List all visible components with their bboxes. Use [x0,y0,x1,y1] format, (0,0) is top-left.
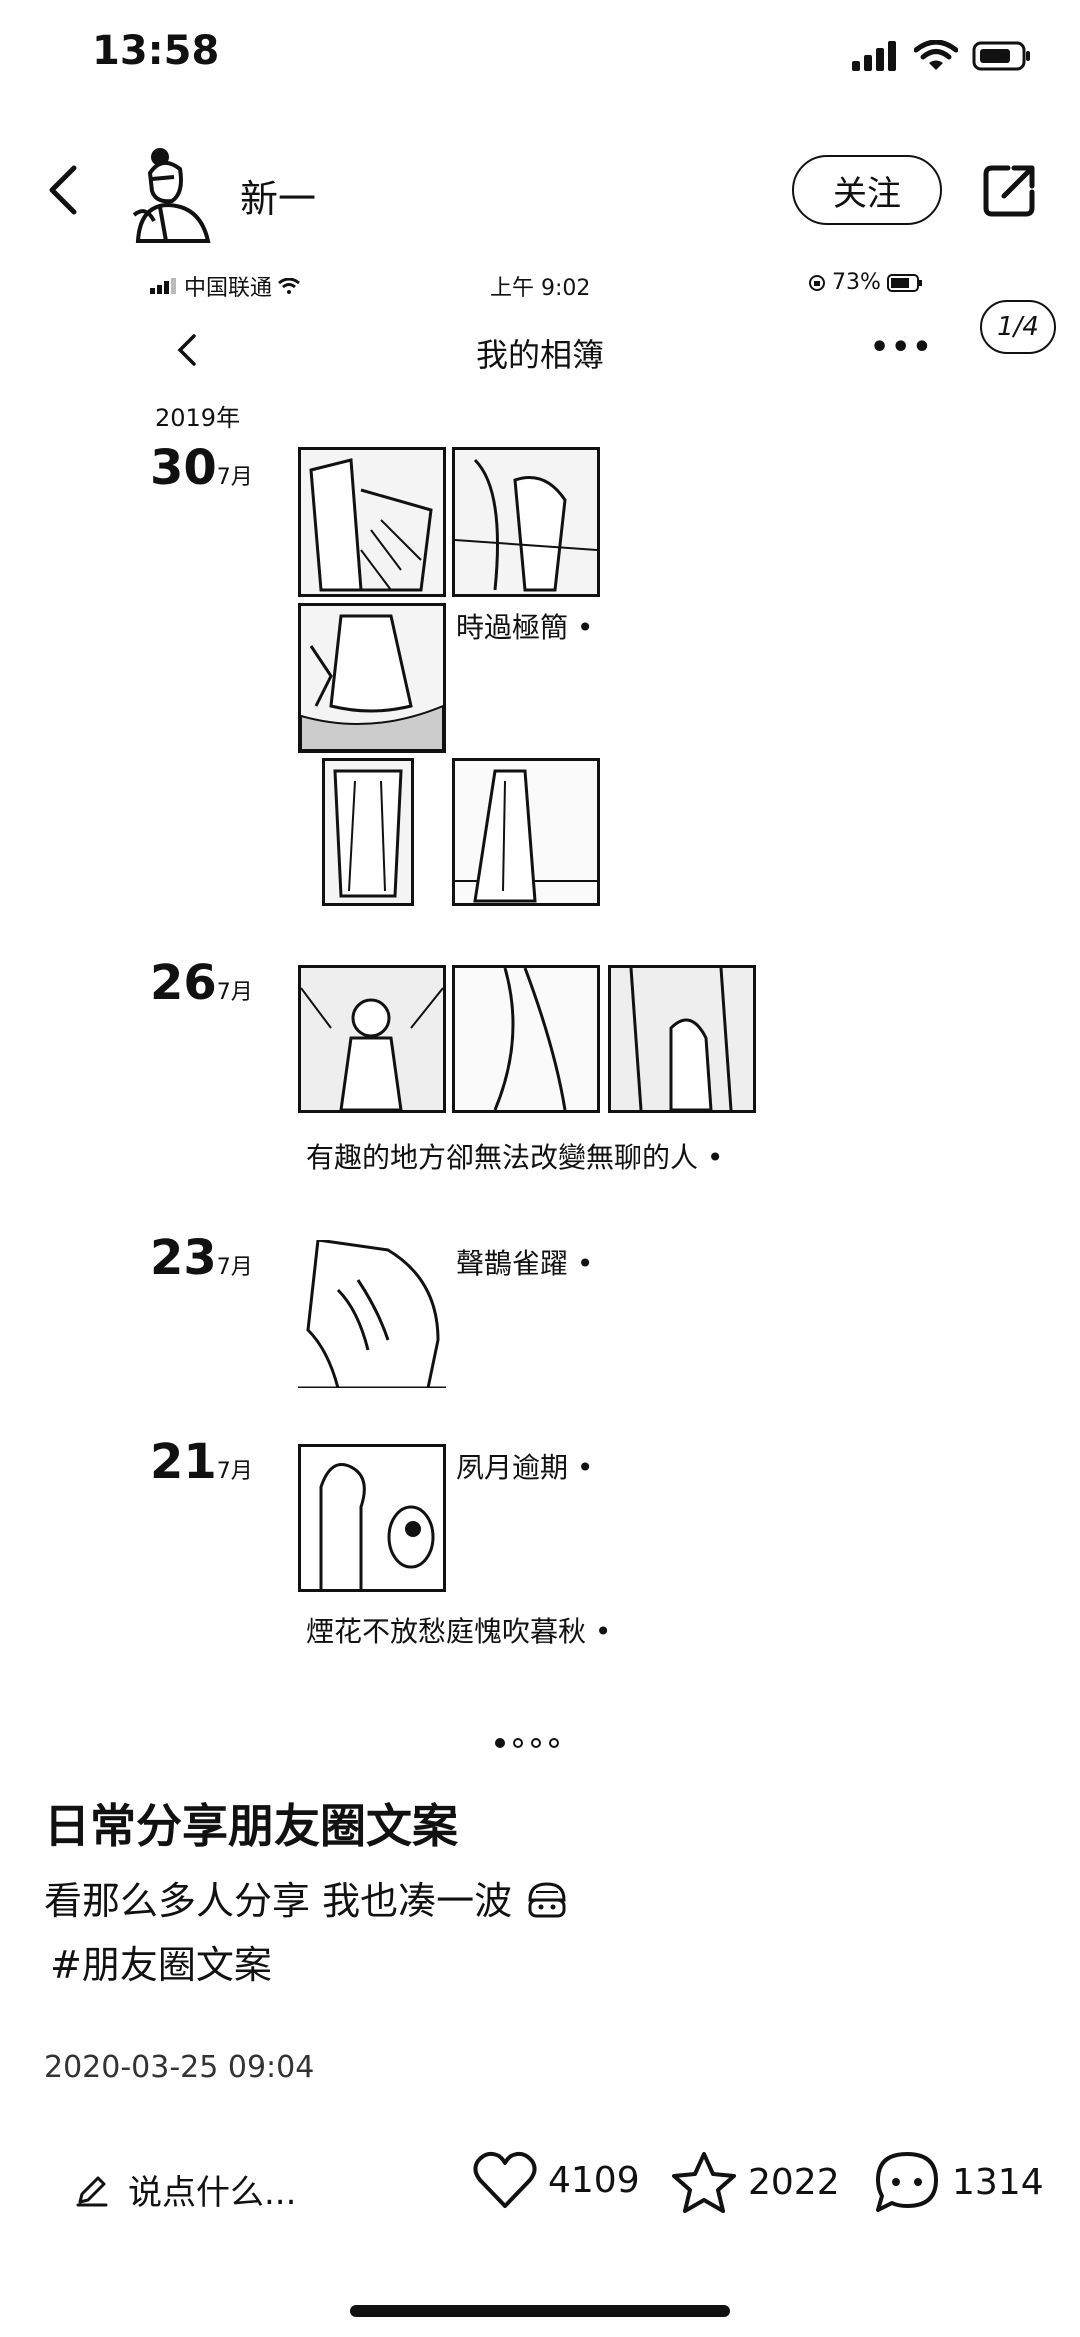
star-icon [672,2152,736,2213]
wifi-icon [914,40,958,70]
status-icons [852,36,1032,76]
album-photo [452,758,600,906]
inner-clock: 上午 9:02 [490,276,591,301]
username[interactable]: 新一 [240,168,316,223]
album-photo [298,447,446,597]
back-button[interactable] [40,160,90,220]
comment-placeholder: 说点什么... [128,2173,297,2213]
pager-dot[interactable] [495,1738,505,1748]
post-body-text: 看那么多人分享 我也凑一波 [44,1879,513,1923]
cellular-signal-icon [852,41,896,71]
album-photo [298,1444,446,1592]
album-photo [608,965,756,1113]
heart-icon [473,2151,537,2208]
album-year: 2019年 [155,404,241,432]
date-day: 30 [150,440,217,496]
album-photo [298,603,446,753]
pager-dot[interactable] [531,1738,541,1748]
comment-button[interactable]: 1314 [872,2150,1044,2214]
album-caption: 煙花不放愁庭愧吹暮秋 • [306,1615,612,1648]
hashtag-link[interactable]: #朋友圈文案 [50,1934,272,1989]
album-photo [452,447,600,597]
more-icon: ••• [870,330,934,365]
album-date: 237月 [150,1230,253,1286]
chat-bubble-icon [876,2152,938,2212]
post-body: 看那么多人分享 我也凑一波 [44,1870,570,1932]
album-photo [298,1240,446,1388]
pencil-icon [76,2176,108,2206]
orientation-lock-icon [809,274,825,291]
battery-icon [972,41,1030,71]
favorite-button[interactable]: 2022 [670,2150,840,2214]
date-day: 23 [150,1230,217,1286]
post-title: 日常分享朋友圈文案 [44,1799,458,1853]
pager-dot[interactable] [513,1738,523,1748]
comment-input[interactable]: 说点什么... [74,2165,296,2214]
date-day: 26 [150,955,217,1011]
album-caption: 聲鵲雀躍 • [456,1247,594,1280]
share-icon[interactable] [980,160,1040,220]
comment-count: 1314 [952,2161,1044,2203]
date-month: 7月 [216,1459,253,1484]
album-caption: 有趣的地方卻無法改變無聊的人 • [306,1141,724,1174]
home-indicator[interactable] [350,2305,730,2317]
like-count: 4109 [548,2159,640,2201]
album-photo [322,758,414,906]
battery-icon [886,273,922,292]
pager-dot[interactable] [549,1738,559,1748]
image-pager[interactable] [495,1738,559,1748]
post-date: 2020-03-25 09:04 [44,2050,315,2085]
follow-button[interactable]: 关注 [792,155,942,225]
album-date: 217月 [150,1434,253,1490]
inner-carrier: 中国联通 [150,270,300,302]
date-month: 7月 [216,1255,253,1280]
status-time: 13:58 [92,28,220,74]
carrier-name: 中国联通 [184,276,273,301]
emoji-icon [528,1882,566,1918]
date-month: 7月 [216,980,253,1005]
album-date: 307月 [150,440,253,496]
wifi-icon [278,278,300,294]
album-caption: 夙月逾期 • [456,1451,594,1484]
date-month: 7月 [216,465,253,490]
album-photo [452,965,600,1113]
album-photo [298,965,446,1113]
cellular-signal-icon [150,278,176,294]
like-button[interactable]: 4109 [472,2150,640,2210]
battery-percent: 73% [832,270,881,295]
inner-battery: 73% [808,270,923,295]
date-day: 21 [150,1434,217,1490]
favorite-count: 2022 [748,2161,840,2203]
album-date: 267月 [150,955,253,1011]
album-caption: 時過極簡 • [456,611,594,644]
avatar[interactable] [130,143,214,243]
